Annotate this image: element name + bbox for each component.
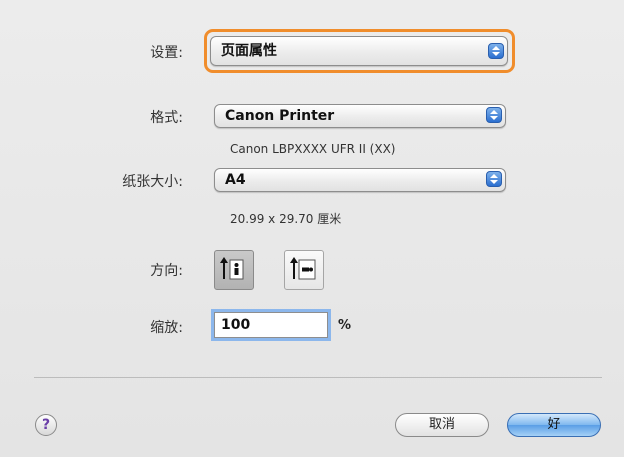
scale-input[interactable]: 100 [214,312,328,338]
format-label: 格式: [150,110,183,126]
page-setup-dialog: 设置: 页面属性 格式: Canon Printer Canon LBPXXXX… [0,0,624,457]
settings-value: 页面属性 [221,43,277,59]
orientation-label: 方向: [150,263,183,279]
settings-popup[interactable]: 页面属性 [210,36,508,66]
format-value: Canon Printer [225,108,335,124]
help-icon[interactable]: ? [35,414,57,436]
portrait-orientation-button[interactable] [214,250,254,290]
ok-button[interactable]: 好 [507,413,601,437]
landscape-orientation-button[interactable] [284,250,324,290]
cancel-button[interactable]: 取消 [395,413,489,437]
paper-size-value: A4 [225,172,246,188]
portrait-orientation-icon [220,257,244,280]
landscape-orientation-icon [290,257,316,280]
chevron-up-down-icon [486,107,502,123]
paper-size-label: 纸张大小: [122,174,183,190]
chevron-up-down-icon [488,43,504,59]
footer-divider [34,377,602,378]
scale-label: 缩放: [150,320,183,336]
format-printer-info: Canon LBPXXXX UFR II (XX) [230,142,396,156]
settings-label: 设置: [150,45,183,61]
paper-size-dimensions: 20.99 x 29.70 厘米 [230,212,342,226]
format-popup[interactable]: Canon Printer [214,104,506,128]
scale-percent-unit: % [338,318,352,333]
paper-size-popup[interactable]: A4 [214,168,506,192]
chevron-up-down-icon [486,171,502,187]
